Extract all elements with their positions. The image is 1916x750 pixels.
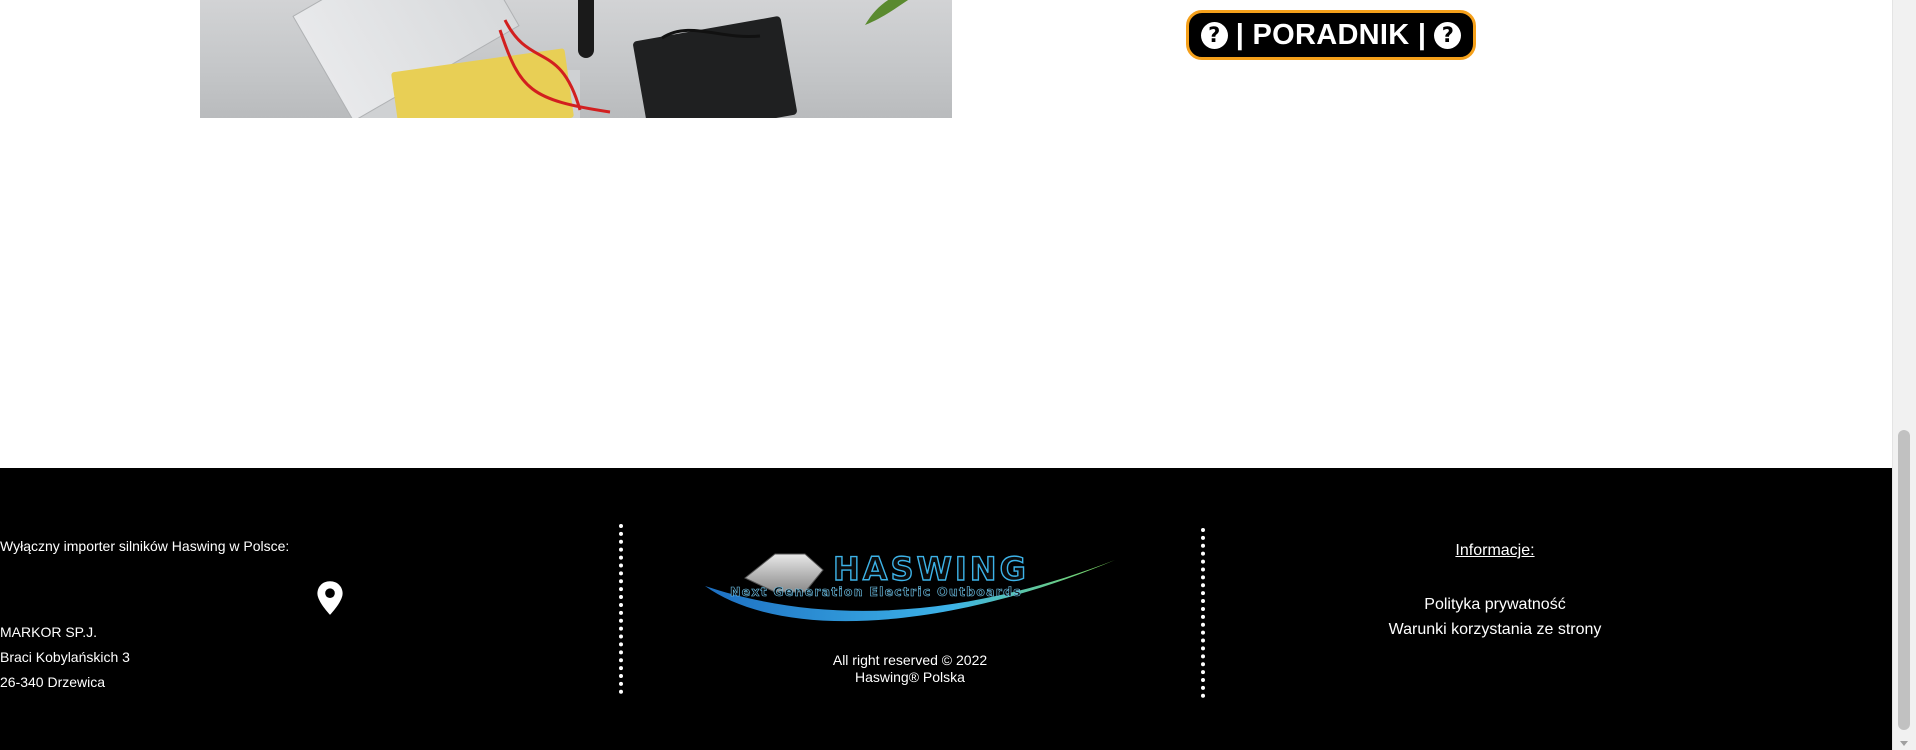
question-circle-icon: ? xyxy=(1434,21,1462,49)
importer-label: Wyłączny importer silników Haswing w Pol… xyxy=(0,538,290,554)
svg-text:Next Generation Electric Outbo: Next Generation Electric Outboards xyxy=(730,584,1022,599)
privacy-policy-link[interactable]: Polityka prywatność xyxy=(1295,592,1695,617)
photo-plant-leaf xyxy=(865,0,909,25)
info-links: Polityka prywatność Warunki korzystania … xyxy=(1295,592,1695,642)
company-street: Braci Kobylańskich 3 xyxy=(0,649,130,665)
info-heading: Informacje: xyxy=(1455,542,1535,559)
company-city: 26-340 Drzewica xyxy=(0,674,106,690)
main-content: ? | PORADNIK | ? xyxy=(0,0,1892,468)
copyright: All right reserved © 2022 Haswing® Polsk… xyxy=(710,652,1110,686)
guide-button[interactable]: ? | PORADNIK | ? xyxy=(1186,10,1476,60)
photo-wires xyxy=(498,19,761,114)
vertical-scrollbar[interactable] xyxy=(1892,0,1916,750)
terms-of-use-link[interactable]: Warunki korzystania ze strony xyxy=(1295,617,1695,642)
question-circle-icon: ? xyxy=(1200,21,1228,49)
product-photo xyxy=(200,0,952,118)
company-address: MARKOR SP.J. Braci Kobylańskich 3 26-340… xyxy=(0,620,660,695)
footer: Wyłączny importer silników Haswing w Pol… xyxy=(0,468,1892,750)
company-name: MARKOR SP.J. xyxy=(0,624,97,640)
scroll-down-arrow-icon[interactable] xyxy=(1900,741,1908,746)
footer-divider xyxy=(1201,528,1205,698)
svg-text:HASWING: HASWING xyxy=(833,550,1029,588)
brand-line: Haswing® Polska xyxy=(855,669,965,685)
haswing-logo: HASWING Next Generation Electric Outboar… xyxy=(705,549,1115,622)
copyright-line: All right reserved © 2022 xyxy=(832,652,988,668)
guide-button-label: | PORADNIK | xyxy=(1235,18,1427,51)
location-pin-icon xyxy=(317,581,343,615)
scrollbar-edge xyxy=(1892,0,1893,750)
scrollbar-thumb[interactable] xyxy=(1898,430,1910,730)
footer-divider xyxy=(619,524,623,694)
